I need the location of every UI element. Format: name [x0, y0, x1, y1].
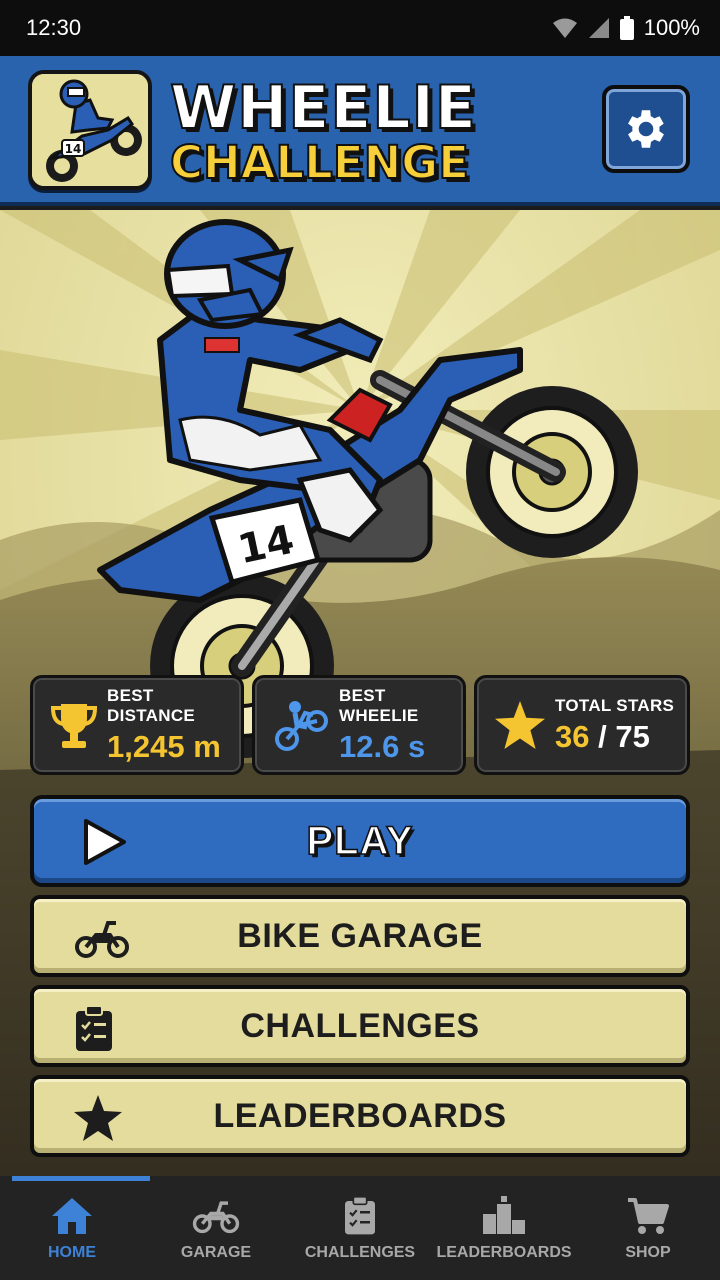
challenges-button[interactable]: CHALLENGES [30, 985, 690, 1067]
wifi-icon [552, 18, 577, 38]
stat-label: BEST WHEELIE [339, 686, 419, 725]
bottom-nav: HOME GARAGE CHALLENGES LEADERBOARDS SHOP [0, 1176, 720, 1280]
svg-text:14: 14 [65, 142, 82, 156]
status-bar: 12:30 100% [0, 0, 720, 56]
wheelie-bike-icon [275, 701, 328, 751]
nav-label: HOME [48, 1244, 96, 1261]
podium-icon [483, 1196, 525, 1234]
status-time: 12:30 [26, 15, 82, 40]
nav-label: SHOP [625, 1244, 671, 1261]
stat-best-distance: BEST DISTANCE 1,245 m [30, 675, 244, 775]
bike-garage-button[interactable]: BIKE GARAGE [30, 895, 690, 977]
stat-label: BEST DISTANCE [107, 686, 196, 725]
leaderboards-label: LEADERBOARDS [213, 1096, 507, 1135]
trophy-icon [51, 704, 97, 748]
home-icon [52, 1198, 92, 1234]
stat-total-stars: TOTAL STARS 36 / 75 [474, 675, 690, 775]
nav-active-indicator [12, 1176, 150, 1181]
nav-item-home[interactable]: HOME [0, 1176, 144, 1280]
nav-item-garage[interactable]: GARAGE [144, 1176, 288, 1280]
stars-total: / 75 [598, 719, 650, 754]
star-icon [74, 1095, 122, 1141]
app-logo: 14 [28, 70, 152, 190]
stars-current: 36 [555, 719, 590, 754]
nav-item-challenges[interactable]: CHALLENGES [288, 1176, 432, 1280]
battery-icon [619, 16, 634, 40]
app-header: 14 WHEELIE CHALLENGE [0, 56, 720, 206]
star-icon [495, 701, 545, 749]
stat-value: 12.6 s [339, 729, 426, 764]
gear-icon [628, 110, 664, 148]
nav-label: GARAGE [180, 1244, 252, 1261]
motorcycle-icon [75, 921, 129, 958]
settings-button[interactable] [602, 85, 690, 173]
stat-value: 1,245 m [107, 729, 221, 764]
battery-percent: 100% [643, 15, 700, 40]
challenges-label: CHALLENGES [240, 1006, 480, 1045]
play-label: PLAY [306, 818, 414, 864]
signal-icon [588, 18, 609, 38]
nav-item-leaderboards[interactable]: LEADERBOARDS [432, 1176, 576, 1280]
status-icons: 100% [552, 15, 700, 41]
play-button[interactable]: PLAY [30, 795, 690, 887]
motorcycle-icon [192, 1201, 240, 1234]
nav-label: LEADERBOARDS [436, 1244, 572, 1261]
nav-item-shop[interactable]: SHOP [576, 1176, 720, 1280]
stat-value: 36 / 75 [555, 720, 674, 754]
clipboard-icon [76, 1005, 112, 1051]
cart-icon [628, 1198, 669, 1234]
clipboard-icon [345, 1196, 375, 1235]
nav-label: CHALLENGES [304, 1244, 416, 1261]
bike-garage-label: BIKE GARAGE [237, 916, 483, 955]
leaderboards-button[interactable]: LEADERBOARDS [30, 1075, 690, 1157]
title-challenge: CHALLENGE [169, 136, 470, 189]
stat-label: TOTAL STARS [555, 696, 675, 715]
title-wheelie: WHEELIE [169, 73, 477, 143]
stat-best-wheelie: BEST WHEELIE 12.6 s [252, 675, 466, 775]
play-icon [84, 819, 126, 865]
